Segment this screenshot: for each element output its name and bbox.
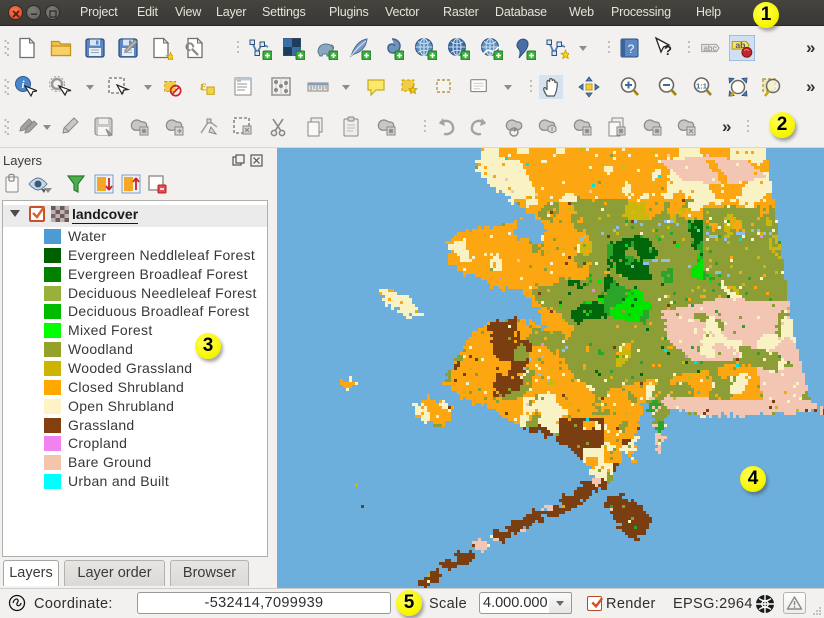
svg-text:?: ? (664, 43, 672, 58)
svg-text:ε: ε (200, 79, 206, 95)
svg-text:?: ? (628, 42, 635, 56)
svg-text:abc: abc (703, 44, 716, 53)
svg-text:1:1: 1:1 (696, 82, 707, 91)
